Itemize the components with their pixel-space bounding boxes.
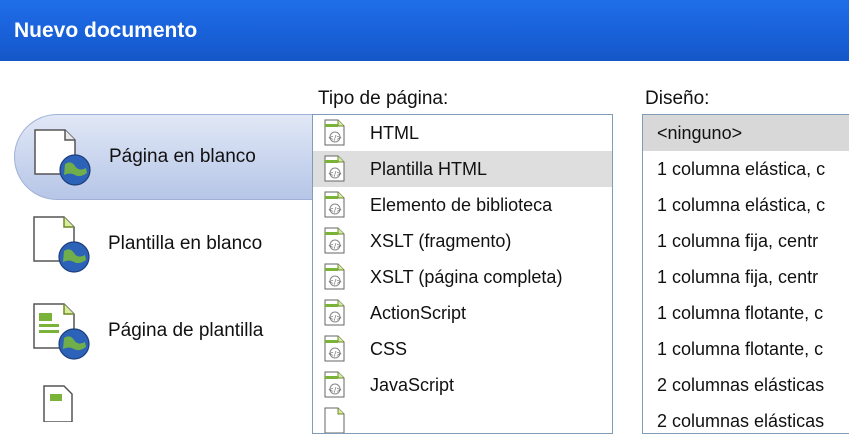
- layout-item[interactable]: 2 columnas elásticas: [643, 403, 849, 433]
- layout-label: 1 columna fija, centr: [657, 266, 819, 287]
- svg-text:</>: </>: [328, 206, 342, 214]
- svg-text:</>: </>: [328, 278, 342, 286]
- page-type-heading: Tipo de página:: [318, 88, 449, 109]
- page-type-label: Plantilla HTML: [370, 158, 488, 179]
- category-template-page[interactable]: Página de plantilla: [14, 288, 316, 374]
- page-type-list[interactable]: </> HTML </> Plantilla HTML </> Elemento…: [312, 114, 613, 434]
- page-type-item-css[interactable]: </> CSS: [313, 331, 612, 367]
- dialog-title: Nuevo documento: [14, 18, 198, 42]
- page-type-label: XSLT (fragmento): [370, 230, 512, 251]
- page-type-item-library[interactable]: </> Elemento de biblioteca: [313, 187, 612, 223]
- layout-item[interactable]: 1 columna fija, centr: [643, 223, 849, 259]
- layout-label: 1 columna flotante, c: [657, 338, 824, 359]
- svg-text:</>: </>: [328, 350, 342, 358]
- layout-label: 1 columna flotante, c: [657, 302, 824, 323]
- code-file-icon: </>: [324, 263, 345, 290]
- layout-label: 2 columnas elásticas: [657, 374, 825, 395]
- layout-label: 1 columna elástica, c: [657, 194, 826, 215]
- blank-template-globe-icon: [33, 216, 90, 273]
- svg-text:</>: </>: [328, 242, 342, 250]
- code-file-icon: </>: [324, 227, 345, 254]
- layout-item[interactable]: 1 columna elástica, c: [643, 151, 849, 187]
- layout-item[interactable]: 2 columnas elásticas: [643, 367, 849, 403]
- page-type-label: JavaScript: [370, 374, 455, 395]
- page-type-item-javascript[interactable]: </> JavaScript: [313, 367, 612, 403]
- code-file-icon: </>: [324, 155, 345, 182]
- svg-text:</>: </>: [328, 134, 342, 142]
- svg-text:</>: </>: [328, 314, 342, 322]
- layout-list[interactable]: <ninguno> 1 columna elástica, c 1 column…: [642, 114, 849, 434]
- page-type-label: HTML: [370, 122, 419, 143]
- code-file-icon: </>: [324, 119, 345, 146]
- page-type-item-html-template[interactable]: </> Plantilla HTML: [313, 151, 612, 187]
- code-file-icon: </>: [324, 335, 345, 362]
- page-type-item-xslt-full[interactable]: </> XSLT (página completa): [313, 259, 612, 295]
- partial-category-icon: [43, 385, 73, 422]
- page-type-label: ActionScript: [370, 302, 467, 323]
- blank-page-globe-icon: [34, 129, 91, 186]
- category-label: Plantilla en blanco: [108, 233, 263, 254]
- page-type-label: Elemento de biblioteca: [370, 194, 553, 215]
- svg-text:</>: </>: [328, 386, 342, 394]
- page-type-item-partial[interactable]: [313, 403, 612, 433]
- category-blank-page[interactable]: Página en blanco: [14, 114, 316, 200]
- page-type-label: XSLT (página completa): [370, 266, 563, 287]
- category-label: Página en blanco: [109, 146, 256, 167]
- layout-item[interactable]: 1 columna fija, centr: [643, 259, 849, 295]
- layout-item[interactable]: 1 columna flotante, c: [643, 295, 849, 331]
- code-file-icon: </>: [324, 191, 345, 218]
- code-file-icon: </>: [324, 371, 345, 398]
- page-type-item-actionscript[interactable]: </> ActionScript: [313, 295, 612, 331]
- svg-text:</>: </>: [328, 170, 342, 178]
- code-file-icon: [324, 407, 345, 433]
- dialog-title-bar: Nuevo documento: [0, 0, 849, 61]
- page-type-item-html[interactable]: </> HTML: [313, 115, 612, 151]
- layout-item[interactable]: 1 columna elástica, c: [643, 187, 849, 223]
- page-type-label: CSS: [370, 338, 408, 359]
- layout-label: 1 columna fija, centr: [657, 230, 819, 251]
- code-file-icon: </>: [324, 299, 345, 326]
- page-type-item-xslt-fragment[interactable]: </> XSLT (fragmento): [313, 223, 612, 259]
- category-label: Página de plantilla: [108, 320, 264, 341]
- layout-heading: Diseño:: [645, 88, 710, 109]
- layout-item[interactable]: 1 columna flotante, c: [643, 331, 849, 367]
- category-sidebar: Página en blanco Plantilla en blanco Pág…: [0, 100, 316, 422]
- template-page-globe-icon: [33, 303, 90, 360]
- layout-item-none[interactable]: <ninguno>: [643, 115, 849, 151]
- category-blank-template[interactable]: Plantilla en blanco: [14, 201, 316, 287]
- layout-label: 1 columna elástica, c: [657, 158, 826, 179]
- layout-label: <ninguno>: [657, 122, 743, 143]
